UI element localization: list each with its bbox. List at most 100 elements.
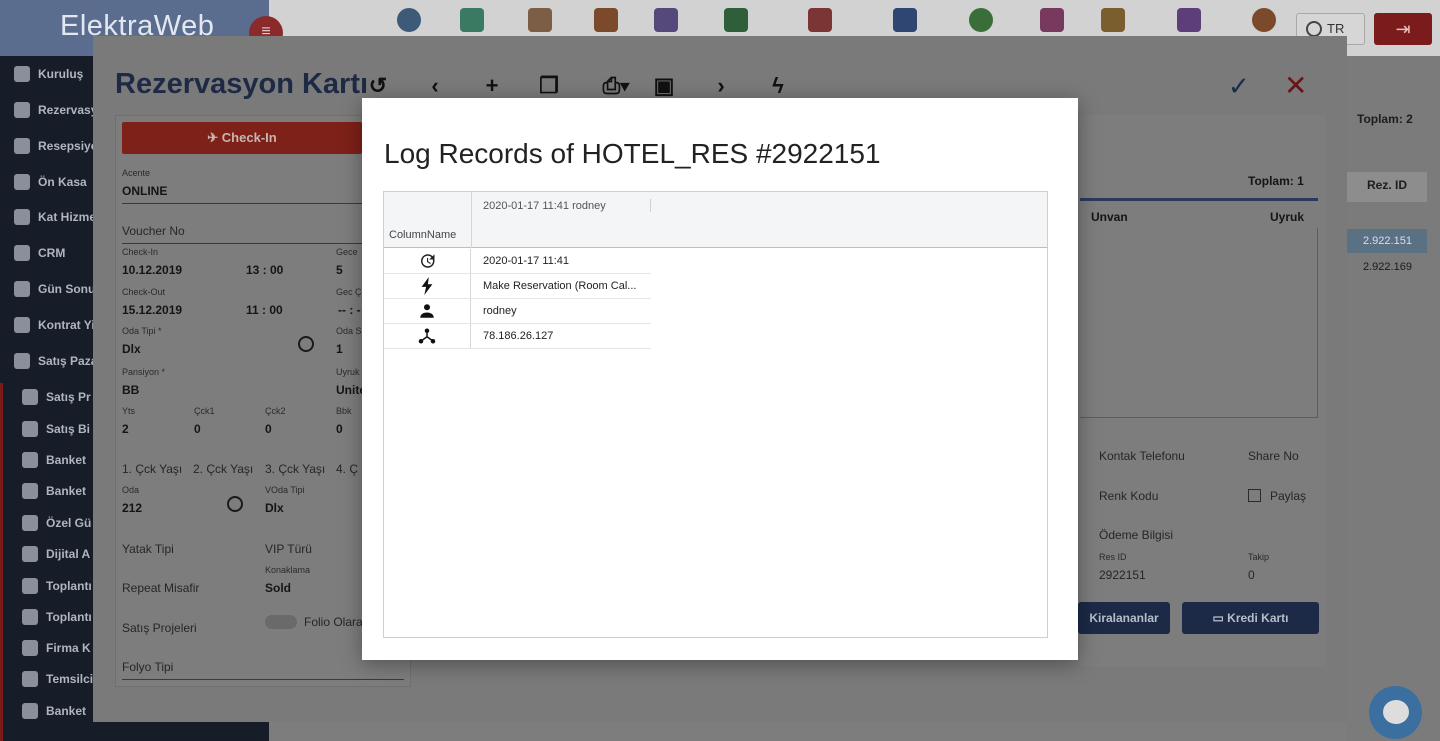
- cck-yas4-field[interactable]: 4. Ç: [336, 462, 358, 476]
- column-name-header[interactable]: ColumnName: [389, 229, 456, 241]
- sidebar-item[interactable]: Toplantı: [22, 575, 92, 597]
- oda-tipi-field[interactable]: Dlx: [122, 342, 141, 356]
- sidebar-item[interactable]: Gün Sonu: [14, 278, 95, 300]
- sidebar-item[interactable]: Banket: [22, 449, 86, 471]
- voucher-field[interactable]: Voucher No: [122, 224, 185, 238]
- grid-icon[interactable]: [460, 8, 484, 32]
- satis-projeleri-field[interactable]: Satış Projeleri: [122, 621, 197, 635]
- bar-chart-icon[interactable]: [528, 8, 552, 32]
- lightning-icon[interactable]: ϟ: [766, 74, 790, 98]
- chevron-right-icon[interactable]: ›: [709, 74, 733, 98]
- sidebar-item[interactable]: Toplantı: [22, 606, 92, 628]
- search-icon[interactable]: [298, 336, 314, 352]
- chat-button[interactable]: [1369, 686, 1422, 739]
- calendar-icon[interactable]: [654, 8, 678, 32]
- gec-field[interactable]: -- : -: [338, 303, 361, 317]
- renk-kodu-field[interactable]: Renk Kodu: [1099, 489, 1158, 503]
- table-row[interactable]: Make Reservation (Room Cal...: [384, 274, 651, 299]
- bed-icon[interactable]: [893, 8, 917, 32]
- table-row[interactable]: 2.922.151: [1347, 229, 1427, 253]
- logout-button[interactable]: ⇥: [1374, 13, 1432, 45]
- sidebar-item[interactable]: Kontrat Yi: [14, 314, 95, 336]
- sidebar-item[interactable]: Resepsiyo: [14, 135, 98, 157]
- share-no-field[interactable]: Share No: [1248, 449, 1299, 463]
- kredi-karti-button[interactable]: ▭ Kredi Kartı: [1182, 602, 1319, 634]
- kontak-telefonu-field[interactable]: Kontak Telefonu: [1099, 449, 1185, 463]
- checkout-date-field[interactable]: 15.12.2019: [122, 303, 182, 317]
- sidebar-item[interactable]: Özel Gü: [22, 512, 91, 534]
- bbk-field[interactable]: 0: [336, 422, 343, 436]
- add-icon[interactable]: +: [480, 74, 504, 98]
- table-row[interactable]: 2020-01-17 11:41: [384, 249, 651, 274]
- user-icon: [384, 299, 471, 323]
- table-row[interactable]: 2.922.169: [1347, 255, 1427, 279]
- hand-icon[interactable]: [1040, 8, 1064, 32]
- oda-field[interactable]: 212: [122, 501, 142, 515]
- check-in-button[interactable]: ✈ Check-In: [122, 122, 362, 154]
- paylas-checkbox[interactable]: [1248, 489, 1261, 502]
- sidebar-item[interactable]: Kat Hizme: [14, 206, 96, 228]
- konaklama-field[interactable]: Sold: [265, 581, 291, 595]
- cart-icon[interactable]: [1177, 8, 1201, 32]
- table-row[interactable]: rodney: [384, 299, 651, 324]
- cck-yas1-field[interactable]: 1. Çck Yaşı: [122, 462, 182, 476]
- folio-toggle[interactable]: [265, 615, 297, 629]
- checkout-time-field[interactable]: 11 : 00: [246, 303, 283, 317]
- oda-s-field[interactable]: 1: [336, 342, 343, 356]
- alarm-icon[interactable]: [1252, 8, 1276, 32]
- kiralananlar-button[interactable]: Kiralananlar: [1078, 602, 1170, 634]
- sidebar-item[interactable]: Satış Paza: [14, 350, 97, 372]
- sidebar-item[interactable]: Satış Bi: [22, 418, 90, 440]
- print-icon[interactable]: ⎙▾: [596, 74, 636, 98]
- sidebar-item[interactable]: Rezervasy: [14, 99, 97, 121]
- sidebar-item[interactable]: Ön Kasa: [14, 171, 87, 193]
- rez-id-header[interactable]: Rez. ID: [1347, 172, 1427, 202]
- repeat-misafir-field[interactable]: Repeat Misafir: [122, 581, 199, 595]
- pie-chart-icon[interactable]: [397, 8, 421, 32]
- sidebar-item-label: Banket: [46, 453, 87, 467]
- table-icon[interactable]: [594, 8, 618, 32]
- laptop-icon[interactable]: [724, 8, 748, 32]
- close-icon[interactable]: ✕: [1284, 72, 1307, 100]
- cck1-field[interactable]: 0: [194, 422, 201, 436]
- search-icon[interactable]: [227, 496, 243, 512]
- cck-yas3-field[interactable]: 3. Çck Yaşı: [265, 462, 325, 476]
- odeme-bilgisi-field[interactable]: Ödeme Bilgisi: [1099, 528, 1173, 542]
- copy-icon[interactable]: ❐: [537, 74, 561, 98]
- pansiyon-field[interactable]: BB: [122, 383, 139, 397]
- pie-icon: [22, 389, 38, 405]
- chevron-left-icon[interactable]: ‹: [423, 74, 447, 98]
- globe-icon: [1306, 21, 1322, 37]
- sidebar-item[interactable]: Kuruluş: [14, 63, 83, 85]
- folyo-tipi-field[interactable]: Folyo Tipi: [122, 660, 173, 674]
- sidebar-item[interactable]: Temsilci: [22, 668, 93, 690]
- gece-field[interactable]: 5: [336, 263, 343, 277]
- acente-field[interactable]: ONLINE: [122, 184, 167, 198]
- record-header[interactable]: 2020-01-17 11:41 rodney: [483, 200, 606, 212]
- checkin-date-field[interactable]: 10.12.2019: [122, 263, 182, 277]
- voda-field[interactable]: Dlx: [265, 501, 284, 515]
- sidebar-item[interactable]: Banket: [22, 700, 86, 722]
- takip-field[interactable]: 0: [1248, 568, 1255, 582]
- confirm-icon[interactable]: ✓: [1228, 73, 1250, 99]
- vip-turu-field[interactable]: VIP Türü: [265, 542, 312, 556]
- yts-field[interactable]: 2: [122, 422, 129, 436]
- sidebar-item[interactable]: Firma K: [22, 637, 91, 659]
- cck2-field[interactable]: 0: [265, 422, 272, 436]
- gavel-icon: [14, 66, 30, 82]
- sidebar-item[interactable]: Satış Pr: [22, 386, 91, 408]
- checkin-time-field[interactable]: 13 : 00: [246, 263, 283, 277]
- sidebar-item[interactable]: CRM: [14, 242, 65, 264]
- cart-plus-icon[interactable]: [1101, 8, 1125, 32]
- save-icon[interactable]: ▣: [652, 74, 676, 98]
- sidebar-item[interactable]: Banket: [22, 480, 86, 502]
- plane-landing-icon[interactable]: [808, 8, 832, 32]
- history-icon[interactable]: ↺: [366, 74, 390, 98]
- unvan-header[interactable]: Unvan: [1091, 210, 1128, 224]
- dollar-icon[interactable]: [969, 8, 993, 32]
- cck-yas2-field[interactable]: 2. Çck Yaşı: [193, 462, 253, 476]
- sidebar-item[interactable]: Dijital A: [22, 543, 90, 565]
- uyruk-header[interactable]: Uyruk: [1270, 210, 1304, 224]
- table-row[interactable]: 78.186.26.127: [384, 324, 651, 349]
- yatak-tipi-field[interactable]: Yatak Tipi: [122, 542, 174, 556]
